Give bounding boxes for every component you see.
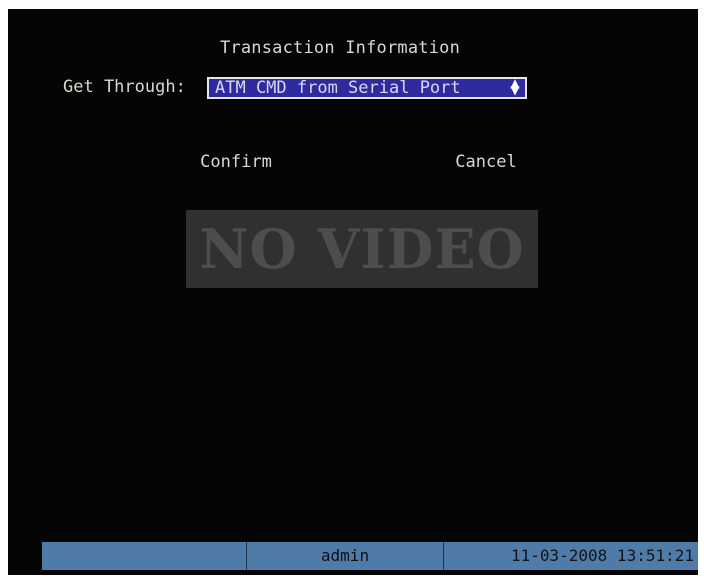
get-through-label: Get Through: — [63, 77, 186, 97]
dvr-screen: Transaction Information Get Through: ATM… — [0, 0, 704, 579]
dvr-monitor: Transaction Information Get Through: ATM… — [8, 9, 698, 575]
dialog-title: Transaction Information — [220, 38, 461, 58]
get-through-select[interactable]: ATM CMD from Serial Port ▲ ▼ — [207, 77, 527, 99]
no-video-panel: NO VIDEO — [186, 210, 538, 288]
status-user: admin — [247, 542, 444, 570]
no-video-text: NO VIDEO — [199, 217, 525, 281]
status-empty-cell — [42, 542, 247, 570]
up-down-arrow-icon[interactable]: ▲ ▼ — [509, 79, 521, 96]
confirm-button[interactable]: Confirm — [188, 149, 284, 175]
status-bar: admin 11-03-2008 13:51:21 — [42, 542, 698, 570]
get-through-value: ATM CMD from Serial Port — [215, 78, 461, 98]
status-datetime: 11-03-2008 13:51:21 — [510, 546, 694, 565]
cancel-button[interactable]: Cancel — [444, 149, 528, 175]
